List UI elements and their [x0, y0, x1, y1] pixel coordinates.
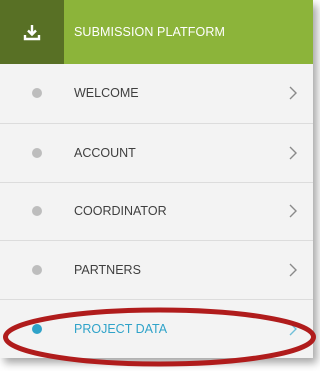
screenshot-stage: SUBMISSION PLATFORM WELCOME ACCOUNT COOR… [0, 0, 320, 371]
active-status-dot [32, 324, 42, 335]
chevron-right-icon [289, 86, 297, 100]
download-icon [23, 24, 41, 40]
nav-item-label: WELCOME [74, 86, 139, 101]
status-dot [32, 206, 42, 217]
submission-sidebar-panel: SUBMISSION PLATFORM WELCOME ACCOUNT COOR… [0, 0, 313, 358]
sidebar-title: SUBMISSION PLATFORM [74, 25, 225, 39]
nav-item-account[interactable]: ACCOUNT [0, 122, 313, 182]
nav-item-coordinator[interactable]: COORDINATOR [0, 181, 313, 241]
nav-item-welcome[interactable]: WELCOME [0, 64, 313, 123]
chevron-right-icon [289, 204, 297, 218]
status-dot [32, 147, 42, 158]
sidebar-header[interactable]: SUBMISSION PLATFORM [0, 0, 313, 64]
nav-item-partners[interactable]: PARTNERS [0, 240, 313, 299]
nav-item-label: ACCOUNT [74, 145, 136, 160]
chevron-right-icon [289, 263, 297, 277]
nav-list: WELCOME ACCOUNT COORDINATOR PARTNERS PRO… [0, 64, 313, 358]
nav-item-label: PARTNERS [74, 263, 141, 278]
nav-item-label: COORDINATOR [74, 204, 167, 219]
header-icon-box [0, 0, 64, 64]
status-dot [32, 88, 42, 99]
chevron-right-icon [289, 322, 297, 336]
status-dot [32, 265, 42, 276]
chevron-right-icon [289, 146, 297, 160]
nav-item-label: PROJECT DATA [74, 322, 168, 337]
nav-item-project-data[interactable]: PROJECT DATA [0, 299, 313, 358]
